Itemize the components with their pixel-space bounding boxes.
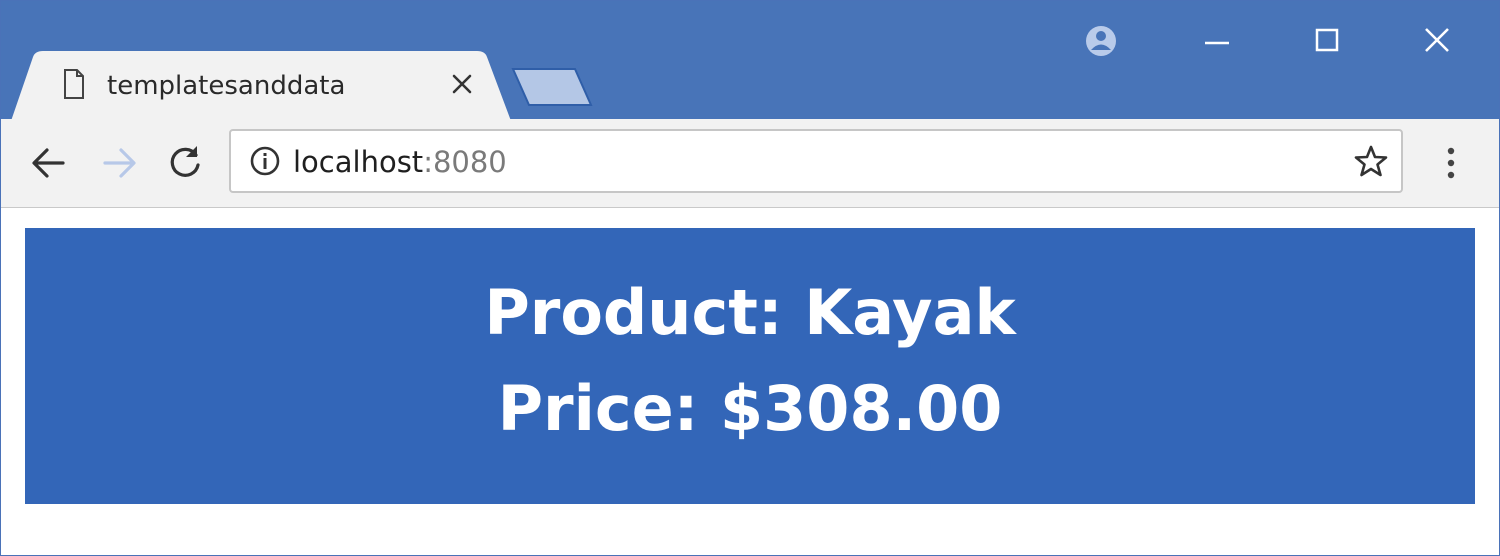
browser-toolbar: localhost:8080 [1,119,1499,208]
info-icon[interactable] [249,145,281,177]
menu-kebab-icon[interactable] [1437,143,1465,183]
url-port: :8080 [423,145,507,179]
active-tab[interactable]: templatesanddata [11,51,511,121]
forward-arrow-icon[interactable] [97,141,141,185]
title-bar: templatesanddata [1,1,1499,121]
product-name: Product: Kayak [484,276,1016,349]
profile-icon[interactable] [1081,21,1121,61]
url-host: localhost [293,145,424,179]
maximize-icon[interactable] [1307,21,1347,61]
browser-window: templatesanddata localhost:8080 Product:… [0,0,1500,556]
url-text[interactable]: localhost:8080 [293,145,507,179]
reload-icon[interactable] [163,141,207,185]
back-arrow-icon[interactable] [27,141,71,185]
address-bar[interactable]: localhost:8080 [229,129,1403,193]
product-panel: Product: Kayak Price: $308.00 [25,228,1475,504]
page-icon [64,69,84,99]
minimize-icon[interactable] [1197,21,1237,61]
tab-close-icon[interactable] [449,71,475,97]
bookmark-star-icon[interactable] [1353,143,1389,179]
page-viewport: Product: Kayak Price: $308.00 [1,208,1499,555]
tab-title: templatesanddata [107,71,346,101]
close-icon[interactable] [1417,21,1457,61]
new-tab-button[interactable] [509,67,599,107]
product-price: Price: $308.00 [497,372,1003,445]
